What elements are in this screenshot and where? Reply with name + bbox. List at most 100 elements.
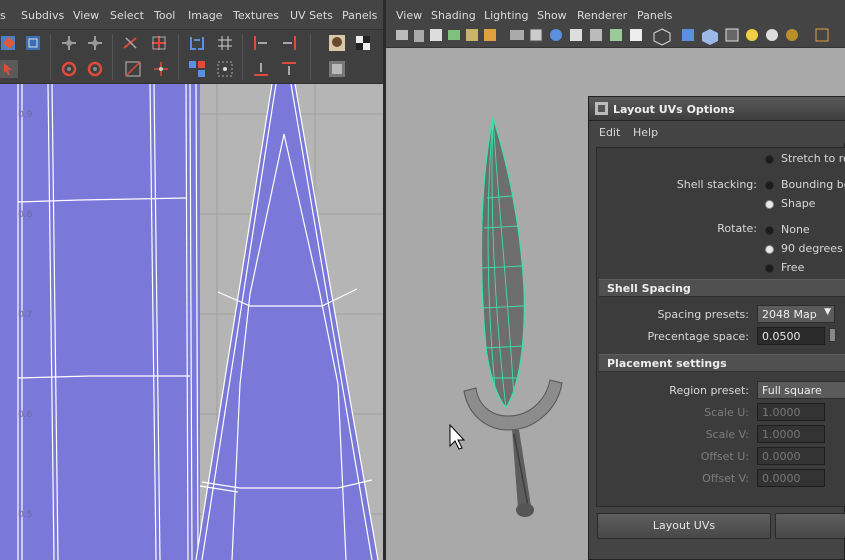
uv-canvas[interactable]: 0.9 0.8 0.7 0.6 0.5 bbox=[0, 84, 383, 560]
select-uv-icon[interactable] bbox=[24, 34, 42, 52]
mouse-cursor-icon bbox=[449, 423, 466, 450]
menu-polygons-partial[interactable]: s bbox=[0, 9, 6, 22]
layout-icon[interactable] bbox=[188, 60, 206, 78]
menu-select[interactable]: Select bbox=[110, 9, 144, 22]
menu-image[interactable]: Image bbox=[188, 9, 222, 22]
grid-label: 0.7 bbox=[18, 310, 33, 320]
toolbar-separator bbox=[242, 34, 243, 80]
bounding-box-radio[interactable] bbox=[765, 181, 774, 190]
menu-panels[interactable]: Panels bbox=[342, 9, 377, 22]
offset-v-field[interactable]: 0.0000 bbox=[757, 469, 825, 487]
stretch-option-label: Stretch to reg bbox=[781, 152, 845, 165]
rotate-label: Rotate: bbox=[717, 222, 757, 235]
sew-uv-icon[interactable] bbox=[188, 34, 206, 52]
stretch-radio[interactable] bbox=[765, 155, 774, 164]
menu-view[interactable]: View bbox=[396, 9, 422, 22]
menu-textures[interactable]: Textures bbox=[233, 9, 279, 22]
grid-label: 0.9 bbox=[18, 110, 33, 120]
menu-subdivs[interactable]: Subdivs bbox=[21, 9, 64, 22]
spacing-presets-label: Spacing presets: bbox=[657, 308, 749, 321]
chevron-down-icon: ▼ bbox=[824, 307, 831, 317]
uv-editor-toolbar bbox=[0, 30, 383, 84]
region-preset-dropdown[interactable]: Full square bbox=[757, 381, 845, 399]
menu-panels[interactable]: Panels bbox=[637, 9, 672, 22]
placement-settings-title: Placement settings bbox=[607, 357, 727, 370]
align-bottom-icon[interactable] bbox=[252, 60, 270, 78]
uv-texture-editor: s Subdivs View Select Tool Image Texture… bbox=[0, 0, 383, 560]
dialog-menubar: Edit Help bbox=[589, 121, 845, 143]
shape-radio[interactable] bbox=[765, 200, 774, 209]
toolbar-separator bbox=[178, 34, 179, 80]
rotate-none-label: None bbox=[781, 223, 810, 236]
menu-view[interactable]: View bbox=[73, 9, 99, 22]
move-uv-icon[interactable] bbox=[0, 34, 18, 52]
placement-settings-section-header[interactable]: Placement settings bbox=[599, 354, 845, 372]
scale-u-field[interactable]: 1.0000 bbox=[757, 403, 825, 421]
relax-icon[interactable] bbox=[152, 60, 170, 78]
offset-u-field[interactable]: 0.0000 bbox=[757, 447, 825, 465]
camera-icon bbox=[396, 30, 408, 40]
texture-display-icon[interactable] bbox=[328, 34, 346, 52]
align-right-icon[interactable] bbox=[280, 34, 298, 52]
rotate-free-radio[interactable] bbox=[765, 264, 774, 273]
grid-uv-icon[interactable] bbox=[216, 34, 234, 52]
menu-lighting[interactable]: Lighting bbox=[484, 9, 528, 22]
image-ratio-icon[interactable] bbox=[328, 60, 346, 78]
scale-u-label: Scale U: bbox=[704, 406, 749, 419]
percentage-slider-handle[interactable] bbox=[829, 328, 836, 342]
menu-tool[interactable]: Tool bbox=[154, 9, 175, 22]
menu-show[interactable]: Show bbox=[537, 9, 567, 22]
uv-layout-graphic bbox=[0, 84, 383, 560]
scale-v-label: Scale V: bbox=[705, 428, 749, 441]
split-uv-icon[interactable] bbox=[150, 34, 168, 52]
region-preset-label: Region preset: bbox=[669, 384, 749, 397]
rotate-free-label: Free bbox=[781, 261, 805, 274]
apply-button[interactable] bbox=[775, 513, 845, 539]
layout-uvs-options-dialog: Layout UVs Options Edit Help Stretch to … bbox=[588, 96, 845, 560]
dialog-options-panel: Stretch to reg Shell stacking: Bounding … bbox=[596, 147, 845, 507]
offset-v-label: Offset V: bbox=[702, 472, 749, 485]
shape-label: Shape bbox=[781, 197, 816, 210]
dialog-title: Layout UVs Options bbox=[613, 103, 735, 116]
viewport-toolbar-icons bbox=[396, 28, 829, 46]
maya-window-icon bbox=[595, 102, 608, 115]
menu-help[interactable]: Help bbox=[633, 126, 658, 139]
shell-spacing-title: Shell Spacing bbox=[607, 282, 691, 295]
bounding-box-label: Bounding box bbox=[781, 178, 845, 191]
scale-v-field[interactable]: 1.0000 bbox=[757, 425, 825, 443]
menu-renderer[interactable]: Renderer bbox=[577, 9, 627, 22]
grid-label: 0.6 bbox=[18, 410, 33, 420]
snap-icon[interactable] bbox=[216, 60, 234, 78]
spacing-presets-dropdown[interactable]: 2048 Map ▼ bbox=[757, 305, 835, 323]
layout-uvs-button[interactable]: Layout UVs bbox=[597, 513, 771, 539]
align-left-icon[interactable] bbox=[252, 34, 270, 52]
menu-edit[interactable]: Edit bbox=[599, 126, 620, 139]
toolbar-separator bbox=[112, 34, 113, 80]
shell-spacing-section-header[interactable]: Shell Spacing bbox=[599, 279, 845, 297]
unfold-icon[interactable] bbox=[124, 60, 142, 78]
grid-label: 0.8 bbox=[18, 210, 33, 220]
uv-editor-menubar: s Subdivs View Select Tool Image Texture… bbox=[0, 0, 383, 30]
shell-stacking-label: Shell stacking: bbox=[676, 178, 757, 191]
cut-uv-icon[interactable] bbox=[122, 34, 140, 52]
toolbar-separator bbox=[310, 34, 311, 80]
flip-v-icon[interactable] bbox=[86, 34, 104, 52]
spacing-presets-value: 2048 Map bbox=[762, 308, 817, 321]
rotate-90-radio[interactable] bbox=[765, 245, 774, 254]
menu-shading[interactable]: Shading bbox=[431, 9, 476, 22]
rotate-ccw-icon[interactable] bbox=[86, 60, 104, 78]
rotate-none-radio[interactable] bbox=[765, 226, 774, 235]
flip-u-icon[interactable] bbox=[60, 34, 78, 52]
rotate-cw-icon[interactable] bbox=[60, 60, 78, 78]
dialog-titlebar[interactable]: Layout UVs Options bbox=[589, 97, 845, 121]
menu-uv-sets[interactable]: UV Sets bbox=[290, 9, 333, 22]
grid-label: 0.5 bbox=[18, 510, 33, 520]
select-arrow-icon[interactable] bbox=[0, 60, 18, 78]
toolbar-separator bbox=[50, 34, 51, 80]
rotate-90-label: 90 degrees bbox=[781, 242, 843, 255]
checker-icon[interactable] bbox=[354, 34, 372, 52]
percentage-space-field[interactable]: 0.0500 bbox=[757, 327, 825, 345]
align-top-icon[interactable] bbox=[280, 60, 298, 78]
offset-u-label: Offset U: bbox=[700, 450, 749, 463]
viewport-toolbar bbox=[386, 24, 845, 48]
